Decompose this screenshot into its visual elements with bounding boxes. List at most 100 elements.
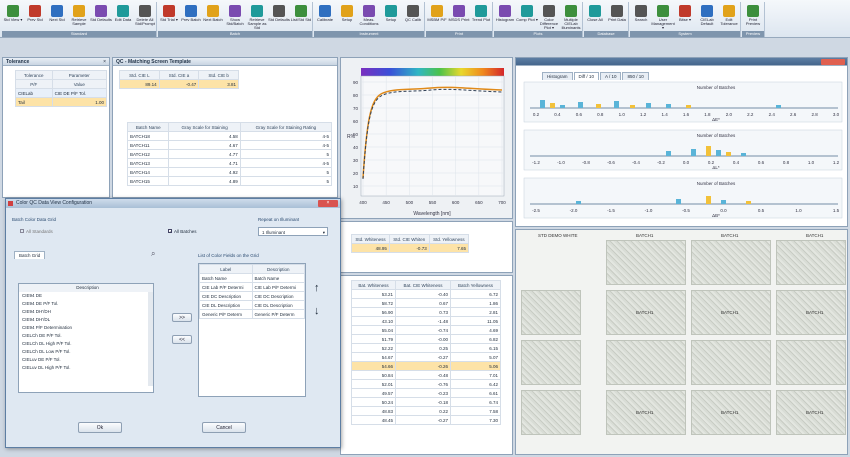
batch-row[interactable]: BATCH14 4.92 5 xyxy=(126,167,333,177)
ribbon-button[interactable]: Comp Plot ▾ xyxy=(516,5,538,22)
ribbon-button[interactable]: Std Defaults xyxy=(268,5,290,22)
batch-cell[interactable]: BATCH11 xyxy=(126,140,170,150)
batch-row[interactable]: BATCH13 4.71 4-5 xyxy=(126,158,333,168)
batch-cell[interactable]: 5 xyxy=(239,149,333,159)
window-controls[interactable] xyxy=(821,59,845,65)
ribbon-button[interactable]: MSBM P/F xyxy=(426,5,448,22)
tolerance-cell[interactable]: Tail xyxy=(15,97,53,107)
batch-cell[interactable]: 4.58 xyxy=(168,131,241,141)
grid-field-row[interactable]: CIE DC Description CIE DC Description xyxy=(199,291,305,301)
move-up-arrow-icon[interactable]: ↑ xyxy=(314,282,320,294)
batch-thumbnail[interactable] xyxy=(521,290,581,335)
grid-field-cell[interactable]: Batch Name xyxy=(199,273,253,283)
ribbon-button[interactable]: QC Calib xyxy=(402,5,424,22)
ribbon-button[interactable]: Std Defaults xyxy=(90,5,112,22)
grid-field-cell[interactable]: Batch Name xyxy=(251,273,305,283)
ribbon-button[interactable]: MSDS Print xyxy=(448,5,470,22)
whiteness-row[interactable]: 53.21 -0.40 6.72 xyxy=(350,289,502,299)
tab-batch-grid[interactable]: Batch Grid xyxy=(14,251,46,259)
ribbon-button[interactable]: Close All xyxy=(584,5,606,22)
whiteness-cell[interactable]: 1.86 xyxy=(449,298,502,308)
batch-cell[interactable]: 4.77 xyxy=(168,149,241,159)
whiteness-cell[interactable]: 58.72 xyxy=(350,298,397,308)
ribbon-button[interactable]: Delete All Std/Prompt xyxy=(134,5,156,26)
bat-cie-whiteness-header[interactable]: Bat. CIE Whiteness xyxy=(395,280,451,290)
whiteness-cell[interactable]: 48.83 xyxy=(350,406,397,416)
histogram-tab[interactable]: Histogram xyxy=(542,72,573,80)
whiteness-cell[interactable]: 52.01 xyxy=(350,379,397,389)
batch-thumbnail[interactable] xyxy=(776,340,846,385)
batch-cell[interactable]: 4.67 xyxy=(168,140,241,150)
whiteness-cell[interactable]: -0.48 xyxy=(395,370,451,380)
grid-field-cell[interactable]: Generic P/F Determ xyxy=(199,309,253,319)
whiteness-row[interactable]: 48.83 0.22 7.58 xyxy=(350,406,502,416)
whiteness-cell[interactable]: -0.23 xyxy=(395,388,451,398)
whiteness-row[interactable]: 43.10 -1.48 11.05 xyxy=(350,316,502,326)
ribbon-button[interactable]: User Management ▾ xyxy=(651,5,675,30)
whiteness-cell[interactable]: 6.42 xyxy=(449,379,502,389)
batch-row[interactable]: BATCH15 4.89 5 xyxy=(126,176,333,186)
grid-field-row[interactable]: CIE Lab P/F Determi CIE Lab P/F Determi xyxy=(199,282,305,292)
ribbon-button[interactable]: Histogram xyxy=(494,5,516,22)
ribbon-button[interactable]: Retrieve Sample xyxy=(68,5,90,26)
label-header[interactable]: Label xyxy=(199,264,253,274)
available-fields-list[interactable]: Description CIE94 DE CIE94 DE P/F Tol. CIE… xyxy=(18,283,154,393)
batch-cell[interactable]: 5 xyxy=(239,176,333,186)
batch-row[interactable]: BATCH18 4.58 4-5 xyxy=(126,131,333,141)
whiteness-cell[interactable]: 2.81 xyxy=(449,307,502,317)
whiteness-cell[interactable]: 6.15 xyxy=(449,343,502,353)
whiteness-cell[interactable]: 7.58 xyxy=(449,406,502,416)
ribbon-button[interactable]: Edit Tolerance xyxy=(718,5,740,26)
parameter-header[interactable]: Parameter xyxy=(51,70,108,80)
ribbon-button[interactable]: Search xyxy=(630,5,652,22)
tolerance-cell[interactable]: CIELab xyxy=(15,88,53,98)
batch-thumbnail[interactable] xyxy=(606,340,686,385)
grid-field-cell[interactable]: CIE Lab P/F Determi xyxy=(251,282,305,292)
whiteness-cell[interactable]: 53.21 xyxy=(350,289,397,299)
whiteness-cell[interactable]: 0.73 xyxy=(395,307,451,317)
grid-field-cell[interactable]: Generic P/F Determ xyxy=(251,309,305,319)
ribbon-button[interactable]: Color Difference Plot ▾ xyxy=(538,5,560,30)
whiteness-cell[interactable]: 54.67 xyxy=(350,352,397,362)
batch-thumbnail[interactable] xyxy=(521,340,581,385)
list-scrollbar[interactable] xyxy=(148,292,153,386)
ribbon-button[interactable]: CIELab Default xyxy=(696,5,718,26)
grid-field-row[interactable]: Generic P/F Determ Generic P/F Determ xyxy=(199,309,305,319)
grid-field-cell[interactable]: CIE DL Description xyxy=(251,300,305,310)
whiteness-cell[interactable]: 55.04 xyxy=(350,325,397,335)
whiteness-cell[interactable]: -0.27 xyxy=(395,415,451,425)
ok-button[interactable]: Ok xyxy=(78,422,122,433)
all-batches-checkbox[interactable]: ✓ All Batches xyxy=(168,229,197,234)
grid-field-cell[interactable]: CIE DL Description xyxy=(199,300,253,310)
whiteness-row[interactable]: 52.01 -0.76 6.42 xyxy=(350,379,502,389)
available-field-item[interactable]: CIE94 DE xyxy=(19,292,153,300)
batch-cell[interactable]: 5 xyxy=(239,167,333,177)
whiteness-cell[interactable]: 51.79 xyxy=(350,334,397,344)
batch-cell[interactable]: BATCH12 xyxy=(126,149,170,159)
available-field-item[interactable]: CIE94 P/F Determination xyxy=(19,324,153,332)
ribbon-button[interactable]: Next Batch xyxy=(202,5,224,22)
whiteness-cell[interactable]: 6.74 xyxy=(449,397,502,407)
ribbon-button[interactable]: Setup xyxy=(380,5,402,22)
whiteness-cell[interactable]: 7.01 xyxy=(449,370,502,380)
batch-cell[interactable]: 4.71 xyxy=(168,158,241,168)
batch-cell[interactable]: 4.92 xyxy=(168,167,241,177)
available-field-item[interactable]: CIELCh DE P/F Tol. xyxy=(19,332,153,340)
whiteness-row[interactable]: 54.67 -0.27 5.07 xyxy=(350,352,502,362)
available-field-item[interactable]: CIELCh DL High P/F Tol. xyxy=(19,340,153,348)
std-whiteness-header[interactable]: Std. Whiteness xyxy=(351,234,390,244)
whiteness-row[interactable]: 50.24 -0.18 6.74 xyxy=(350,397,502,407)
batch-thumbnail[interactable] xyxy=(691,340,771,385)
std-l-value[interactable]: 89.14 xyxy=(119,79,160,89)
whiteness-cell[interactable]: 7.30 xyxy=(449,415,502,425)
add-field-button[interactable]: >> xyxy=(172,313,192,322)
grid-field-row[interactable]: Batch Name Batch Name xyxy=(199,273,305,283)
std-l-header[interactable]: Std. CIE L xyxy=(119,70,160,80)
whiteness-cell[interactable]: 6.61 xyxy=(449,388,502,398)
grid-field-cell[interactable]: CIE DC Description xyxy=(199,291,253,301)
whiteness-cell[interactable]: 4.69 xyxy=(449,325,502,335)
ribbon-button[interactable]: Calibrate xyxy=(314,5,336,22)
whiteness-cell[interactable]: -0.26 xyxy=(395,361,451,371)
ribbon-button[interactable]: Trend Plot xyxy=(470,5,492,22)
batch-cell[interactable]: 4-5 xyxy=(239,158,333,168)
